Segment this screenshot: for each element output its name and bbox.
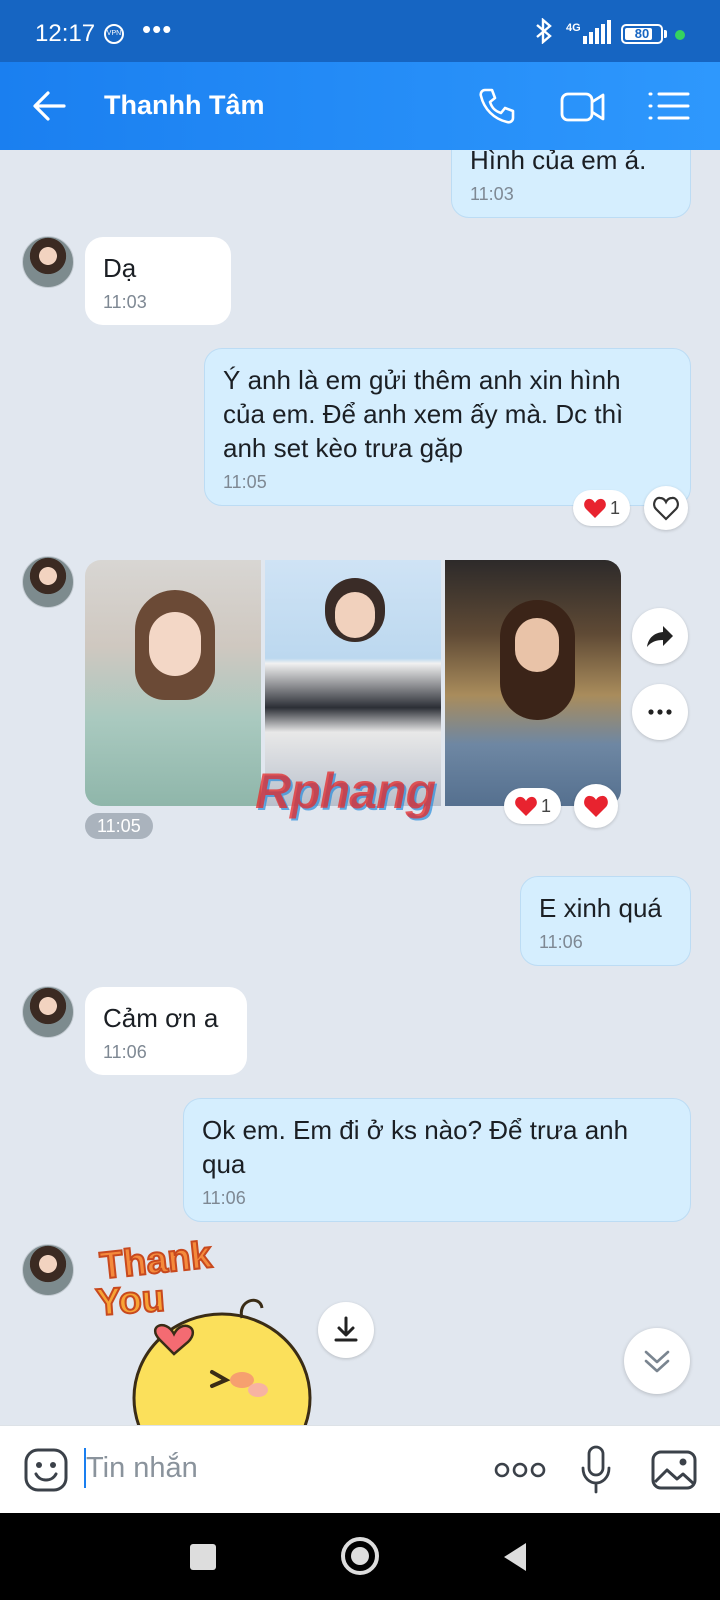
avatar[interactable] [22, 1244, 74, 1296]
sticker[interactable]: Thank You [92, 1233, 322, 1425]
network-type: 4G [566, 22, 581, 34]
chevron-double-down-icon [644, 1350, 670, 1373]
system-nav-bar [0, 1513, 720, 1600]
home-button[interactable] [341, 1537, 379, 1575]
message-time: 11:05 [85, 813, 153, 839]
list-menu-icon [648, 92, 690, 120]
arrow-left-icon [33, 91, 66, 121]
message-text: Cảm ơn a [103, 1003, 219, 1033]
battery-level: 80 [634, 26, 650, 41]
emoji-button[interactable] [22, 1446, 70, 1494]
message-text: E xinh quá [539, 893, 662, 923]
message-time: 11:06 [103, 1042, 147, 1062]
message-incoming[interactable]: Cảm ơn a 11:06 [85, 987, 247, 1075]
battery-icon: 80 [621, 24, 663, 44]
message-incoming[interactable]: Dạ 11:03 [85, 237, 231, 325]
triangle-back-icon [504, 1543, 526, 1571]
chat-header: Thanhh Tâm [0, 62, 720, 150]
gallery-button[interactable] [650, 1446, 698, 1494]
message-outgoing[interactable]: Ok em. Em đi ở ks nào? Để trưa anh qua 1… [183, 1098, 691, 1222]
download-button[interactable] [318, 1302, 374, 1358]
photo-3[interactable] [445, 560, 621, 806]
photo-1[interactable] [85, 560, 261, 806]
chick-sticker-icon [132, 1298, 312, 1425]
sticker-emoji-icon [24, 1448, 68, 1492]
contact-name[interactable]: Thanhh Tâm [104, 90, 265, 121]
heart-icon [515, 796, 537, 816]
message-time: 11:03 [103, 292, 147, 312]
message-time: 11:06 [539, 932, 583, 952]
message-text-line: Ok em. Em đi ở ks nào? Để trưa anh [202, 1115, 629, 1145]
message-text-line: của em. Để anh xem ấy mà. Dc thì [223, 399, 624, 429]
heart-icon [584, 498, 606, 518]
message-text-line: qua [202, 1149, 246, 1179]
message-outgoing[interactable]: Ý anh là em gửi thêm anh xin hình của em… [204, 348, 691, 506]
video-call-button[interactable] [560, 86, 605, 126]
reaction-count: 1 [541, 795, 552, 816]
forward-button[interactable] [632, 608, 688, 664]
avatar[interactable] [22, 236, 74, 288]
message-text-line: anh set kèo trưa gặp [223, 433, 464, 463]
message-time: 11:03 [470, 184, 514, 204]
scroll-to-bottom-button[interactable] [624, 1328, 690, 1394]
back-nav-button[interactable] [502, 1541, 528, 1578]
more-horizontal-icon [494, 1462, 546, 1478]
more-options-button[interactable] [632, 684, 688, 740]
voice-record-button[interactable] [578, 1444, 614, 1496]
menu-button[interactable] [648, 86, 692, 126]
message-outgoing[interactable]: E xinh quá 11:06 [520, 876, 691, 966]
privacy-indicator-dot [675, 30, 685, 40]
message-text: Hình của em á. [470, 150, 647, 175]
back-button[interactable] [30, 86, 70, 126]
chat-messages[interactable]: Hình của em á. 11:03 Dạ 11:03 Ý anh là e… [0, 150, 720, 1425]
status-time: 12:17 [35, 20, 96, 47]
voice-call-button[interactable] [477, 86, 521, 126]
more-actions-button[interactable] [492, 1454, 548, 1486]
signal-icon [583, 20, 611, 44]
message-text: Dạ [103, 253, 137, 283]
vpn-icon: VPN [104, 24, 124, 44]
status-bar: 12:17 VPN ••• 4G 80 [0, 0, 720, 62]
watermark: Rphang [255, 763, 436, 819]
video-camera-icon [560, 92, 605, 122]
react-button[interactable] [644, 486, 688, 530]
reaction-summary[interactable]: 1 [573, 490, 631, 526]
message-composer: Tin nhắn [0, 1425, 720, 1513]
message-input[interactable]: Tin nhắn [86, 1452, 198, 1485]
microphone-icon [581, 1445, 611, 1494]
heart-icon [584, 795, 608, 817]
react-button[interactable] [574, 784, 618, 828]
more-notifications-icon: ••• [142, 14, 173, 44]
message-text-line: Ý anh là em gửi thêm anh xin hình [223, 365, 621, 395]
download-icon [334, 1316, 358, 1342]
reaction-summary[interactable]: 1 [504, 788, 562, 824]
avatar[interactable] [22, 556, 74, 608]
heart-outline-icon [653, 496, 679, 521]
avatar[interactable] [22, 986, 74, 1038]
recent-apps-button[interactable] [190, 1544, 216, 1570]
share-arrow-icon [647, 626, 673, 647]
message-outgoing[interactable]: Hình của em á. 11:03 [451, 150, 691, 218]
reaction-count: 1 [610, 497, 621, 518]
message-time: 11:06 [202, 1188, 246, 1208]
bluetooth-icon [535, 17, 553, 50]
more-horizontal-icon [648, 709, 672, 715]
phone-icon [479, 88, 515, 124]
image-icon [651, 1450, 697, 1490]
